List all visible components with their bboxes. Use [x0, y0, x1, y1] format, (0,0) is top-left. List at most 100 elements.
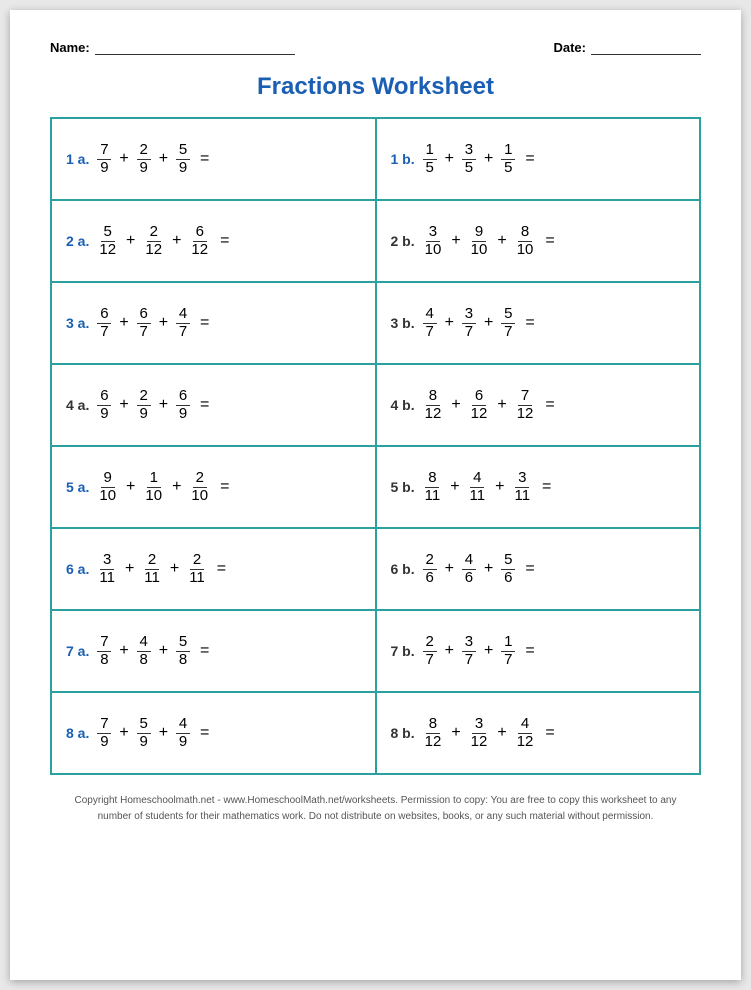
denominator: 7 — [97, 324, 111, 341]
numerator: 4 — [462, 552, 476, 570]
problem-row: 1 a.79+29+59=1 b.15+35+15= — [52, 119, 699, 201]
equals-sign: = — [200, 314, 209, 332]
equals-sign: = — [525, 314, 534, 332]
numerator: 1 — [147, 470, 161, 488]
name-line[interactable] — [95, 41, 295, 55]
plus-operator: + — [159, 642, 168, 660]
fraction: 110 — [143, 470, 164, 504]
fraction: 27 — [423, 634, 437, 668]
equals-sign: = — [217, 560, 226, 578]
plus-operator: + — [172, 232, 181, 250]
numerator: 1 — [501, 142, 515, 160]
problem-row: 4 a.69+29+69= 4 b. 812+612+712= — [52, 365, 699, 447]
name-label: Name: — [50, 40, 90, 55]
denominator: 7 — [176, 324, 190, 341]
denominator: 8 — [137, 652, 151, 669]
problem-cell: 6 b.26+46+56= — [377, 529, 700, 609]
plus-operator: + — [484, 150, 493, 168]
math-expression: 78+48+58= — [97, 634, 209, 668]
denominator: 9 — [97, 406, 111, 423]
fraction: 910 — [97, 470, 118, 504]
denominator: 12 — [423, 406, 444, 423]
numerator: 7 — [97, 634, 111, 652]
problem-cell: 1 b.15+35+15= — [377, 119, 700, 199]
fraction: 612 — [469, 388, 490, 422]
numerator: 4 — [518, 716, 532, 734]
plus-operator: + — [450, 478, 459, 496]
problem-label: 3 b. — [391, 315, 415, 331]
plus-operator: + — [172, 478, 181, 496]
denominator: 11 — [142, 570, 162, 587]
denominator: 9 — [97, 160, 111, 177]
fraction: 78 — [97, 634, 111, 668]
problem-label: 2 b. — [391, 233, 415, 249]
plus-operator: + — [126, 232, 135, 250]
worksheet-title: Fractions Worksheet — [50, 73, 701, 101]
math-expression: 812+612+712= — [423, 388, 555, 422]
denominator: 12 — [423, 734, 444, 751]
denominator: 7 — [423, 324, 437, 341]
fraction: 47 — [176, 306, 190, 340]
numerator: 8 — [426, 388, 440, 406]
denominator: 11 — [512, 488, 532, 505]
denominator: 12 — [469, 406, 490, 423]
numerator: 3 — [462, 142, 476, 160]
problem-cell: 2 b. 310+910+810= — [377, 201, 700, 281]
fraction: 212 — [143, 224, 164, 258]
denominator: 5 — [501, 160, 515, 177]
fraction: 811 — [423, 470, 443, 504]
numerator: 5 — [501, 306, 515, 324]
equals-sign: = — [220, 232, 229, 250]
denominator: 8 — [97, 652, 111, 669]
denominator: 6 — [423, 570, 437, 587]
fraction: 910 — [469, 224, 490, 258]
fraction: 412 — [515, 716, 536, 750]
fraction: 312 — [469, 716, 490, 750]
numerator: 1 — [501, 634, 515, 652]
denominator: 6 — [501, 570, 515, 587]
numerator: 3 — [462, 634, 476, 652]
numerator: 6 — [97, 388, 111, 406]
denominator: 9 — [137, 406, 151, 423]
denominator: 7 — [137, 324, 151, 341]
denominator: 9 — [176, 406, 190, 423]
numerator: 5 — [101, 224, 115, 242]
numerator: 9 — [472, 224, 486, 242]
problem-label: 6 a. — [66, 561, 89, 577]
fraction: 37 — [462, 306, 476, 340]
plus-operator: + — [445, 314, 454, 332]
problem-row: 6 a.311+211+211=6 b.26+46+56= — [52, 529, 699, 611]
plus-operator: + — [451, 724, 460, 742]
denominator: 7 — [423, 652, 437, 669]
denominator: 5 — [462, 160, 476, 177]
numerator: 5 — [501, 552, 515, 570]
denominator: 7 — [462, 652, 476, 669]
denominator: 11 — [97, 570, 117, 587]
numerator: 4 — [176, 716, 190, 734]
plus-operator: + — [445, 642, 454, 660]
denominator: 12 — [515, 406, 536, 423]
plus-operator: + — [484, 560, 493, 578]
equals-sign: = — [220, 478, 229, 496]
date-line[interactable] — [591, 41, 701, 55]
numerator: 3 — [100, 552, 114, 570]
denominator: 11 — [468, 488, 488, 505]
fraction: 210 — [189, 470, 210, 504]
numerator: 7 — [97, 142, 111, 160]
numerator: 2 — [423, 552, 437, 570]
fraction: 67 — [97, 306, 111, 340]
math-expression: 310+910+810= — [423, 224, 555, 258]
fraction: 812 — [423, 716, 444, 750]
problem-cell: 4 a.69+29+69= — [52, 365, 377, 445]
plus-operator: + — [125, 560, 134, 578]
plus-operator: + — [119, 642, 128, 660]
problem-label: 4 b. — [391, 397, 415, 413]
equals-sign: = — [200, 642, 209, 660]
plus-operator: + — [495, 478, 504, 496]
equals-sign: = — [542, 478, 551, 496]
fraction: 37 — [462, 634, 476, 668]
numerator: 6 — [176, 388, 190, 406]
fraction: 79 — [97, 142, 111, 176]
problem-label: 7 a. — [66, 643, 89, 659]
math-expression: 811+411+311= — [423, 470, 552, 504]
